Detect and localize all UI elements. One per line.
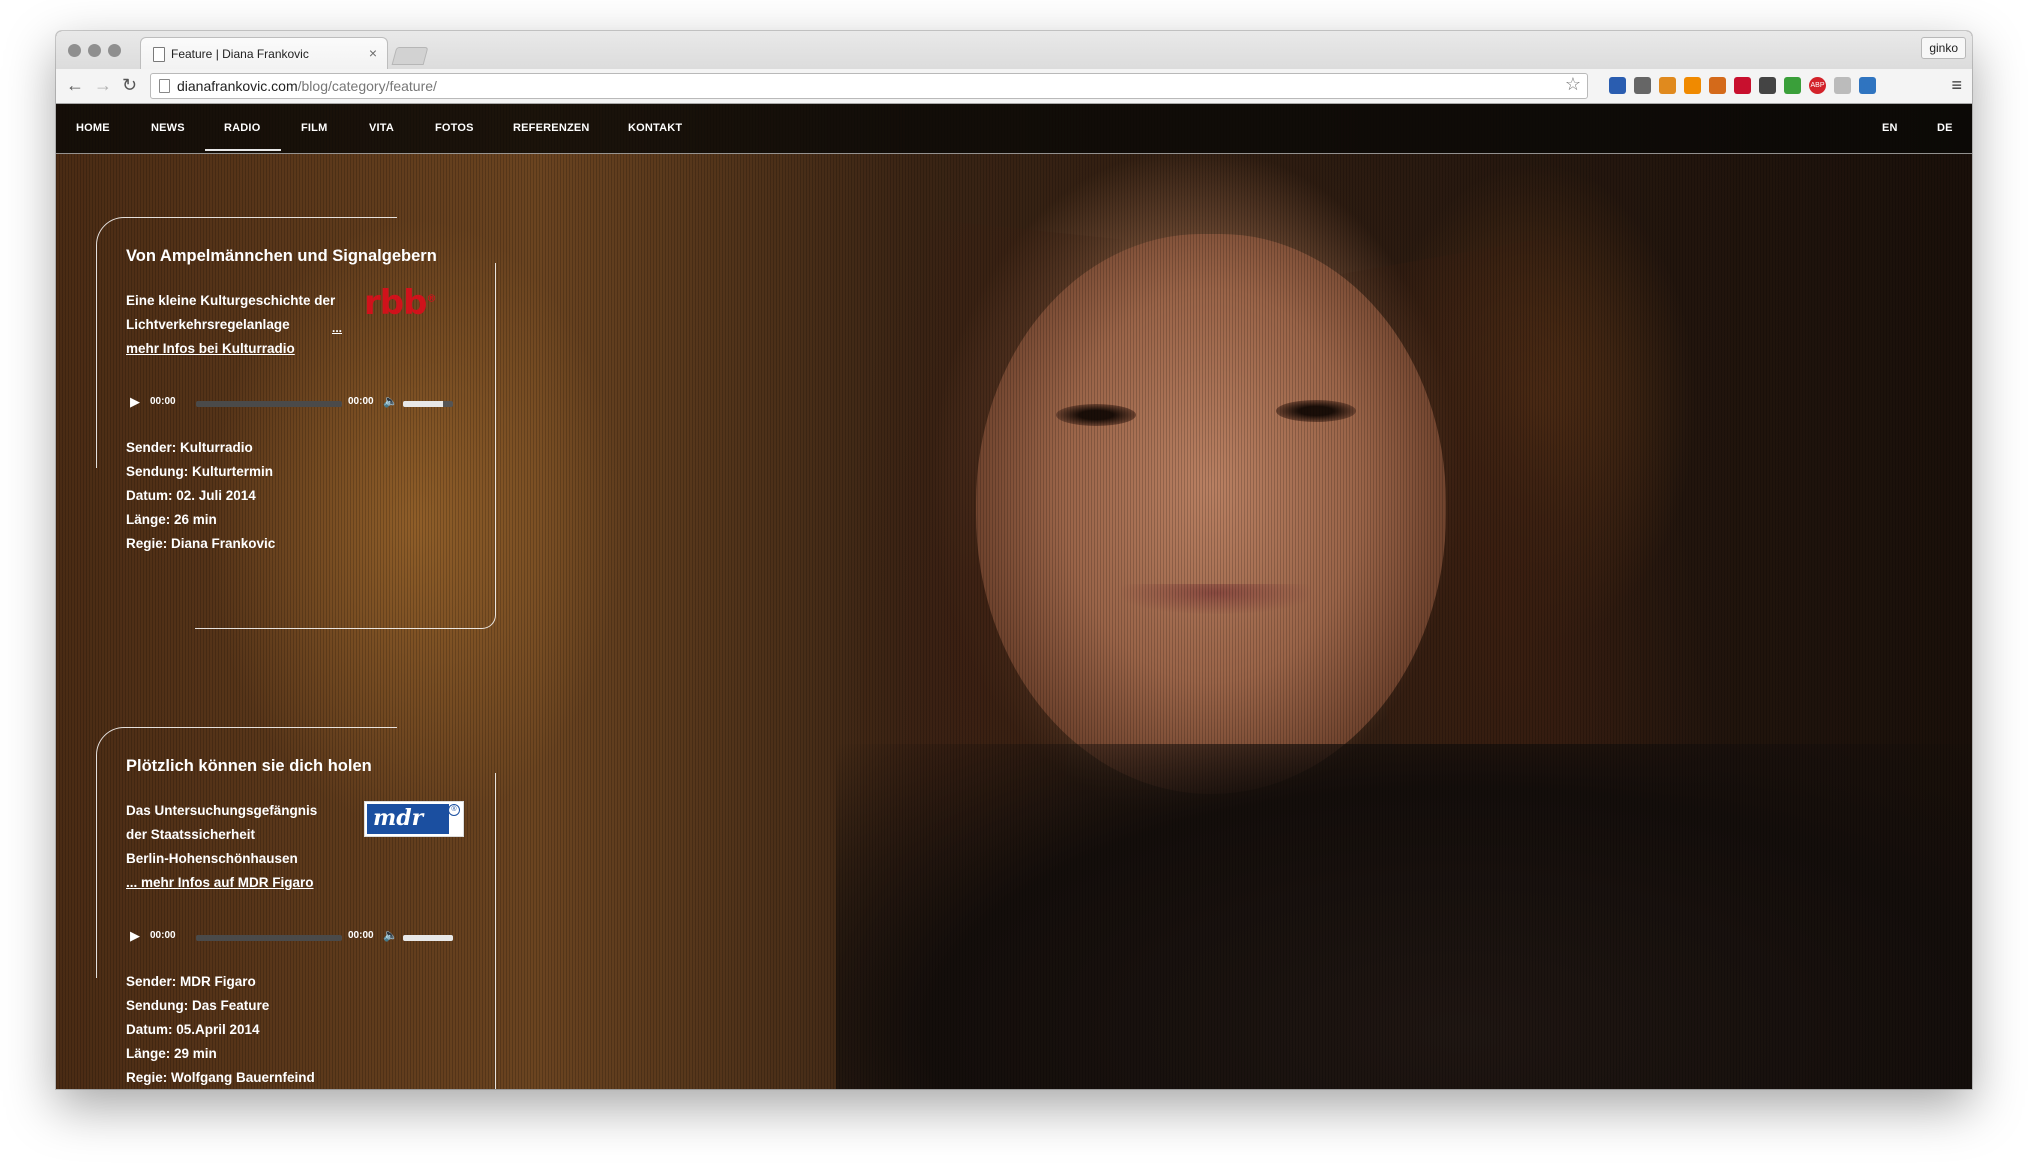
grey-ext-icon[interactable] xyxy=(1834,77,1851,94)
mdr-logo-text: mdr xyxy=(367,804,449,834)
play-icon[interactable]: ▶ xyxy=(130,394,140,410)
page-content: HOME NEWS RADIO FILM VITA FOTOS REFERENZ… xyxy=(56,104,1972,1089)
profile-button[interactable]: ginko xyxy=(1921,37,1966,59)
info-datum: Datum: 02. Juli 2014 xyxy=(126,488,256,503)
info-sender: Sender: MDR Figaro xyxy=(126,974,256,989)
browser-toolbar: ← → ↻ dianafrankovic.com/blog/category/f… xyxy=(56,69,1972,104)
audio-player: ▶ 00:00 00:00 🔈 xyxy=(130,927,453,947)
forward-icon[interactable]: → xyxy=(94,75,112,95)
volume-icon[interactable]: 🔈 xyxy=(383,928,398,942)
page-icon xyxy=(153,47,165,62)
volume-slider[interactable] xyxy=(403,401,453,407)
menu-icon[interactable]: ≡ xyxy=(1951,75,1962,96)
rss-ext-icon[interactable] xyxy=(1659,77,1676,94)
volume-fill xyxy=(403,401,443,407)
address-bar[interactable]: dianafrankovic.com/blog/category/feature… xyxy=(150,73,1588,99)
nav-kontakt[interactable]: KONTAKT xyxy=(628,122,682,134)
post-title[interactable]: Plötzlich können sie dich holen xyxy=(126,757,372,776)
duration: 00:00 xyxy=(348,396,374,407)
info-laenge: Länge: 26 min xyxy=(126,512,217,527)
lang-en[interactable]: EN xyxy=(1882,122,1898,134)
post-description-line: der Staatssicherheit xyxy=(126,827,256,842)
rbb-logo-text: rbb xyxy=(364,283,427,323)
owl-ext-icon[interactable] xyxy=(1709,77,1726,94)
post-description-line: Das Untersuchungsgefängnis xyxy=(126,803,318,818)
tab-title: Feature | Diana Frankovic xyxy=(171,47,309,61)
url-text[interactable]: dianafrankovic.com/blog/category/feature… xyxy=(177,78,437,94)
bookmark-star-icon[interactable]: ☆ xyxy=(1565,74,1581,95)
volume-fill xyxy=(403,935,453,941)
registered-mark-icon: ® xyxy=(448,804,460,816)
post-description-line: Lichtverkehrsregelanlage xyxy=(126,317,290,332)
nav-vita[interactable]: VITA xyxy=(369,122,394,134)
duration: 00:00 xyxy=(348,930,374,941)
reload-icon[interactable]: ↻ xyxy=(122,75,137,95)
back-icon[interactable]: ← xyxy=(66,75,84,95)
more-info-link[interactable]: ... mehr Infos auf MDR Figaro xyxy=(126,871,314,895)
info-sender: Sender: Kulturradio xyxy=(126,440,253,455)
page-icon xyxy=(159,79,170,93)
url-path: /blog/category/feature/ xyxy=(297,78,437,94)
seek-bar[interactable] xyxy=(196,935,342,941)
nav-news[interactable]: NEWS xyxy=(151,122,185,134)
seek-bar[interactable] xyxy=(196,401,342,407)
browser-tab[interactable]: Feature | Diana Frankovic × xyxy=(140,37,388,70)
bookmark-star-ext-icon[interactable] xyxy=(1759,77,1776,94)
dropbox-ext-icon[interactable] xyxy=(1609,77,1626,94)
nav-fotos[interactable]: FOTOS xyxy=(435,122,474,134)
info-regie: Regie: Wolfgang Bauernfeind xyxy=(126,1070,315,1085)
nav-film[interactable]: FILM xyxy=(301,122,327,134)
info-sendung: Sendung: Kulturtermin xyxy=(126,464,273,479)
share-ext-icon[interactable] xyxy=(1859,77,1876,94)
eyedropper-ext-icon[interactable] xyxy=(1634,77,1651,94)
chart-ext-icon[interactable] xyxy=(1684,77,1701,94)
volume-icon[interactable]: 🔈 xyxy=(383,394,398,408)
more-info-link[interactable]: mehr Infos bei Kulturradio xyxy=(126,337,295,361)
zoom-window-button[interactable] xyxy=(108,44,121,57)
mdr-logo: mdr ® xyxy=(364,801,464,837)
minimize-window-button[interactable] xyxy=(88,44,101,57)
post-card: Von Ampelmännchen und Signalgebern Eine … xyxy=(96,217,496,629)
url-host: dianafrankovic.com xyxy=(177,78,298,94)
tab-strip: Feature | Diana Frankovic × ginko xyxy=(56,31,1972,70)
nav-radio[interactable]: RADIO xyxy=(224,122,260,134)
rbb-logo: rbb® xyxy=(364,283,436,323)
close-window-button[interactable] xyxy=(68,44,81,57)
info-laenge: Länge: 29 min xyxy=(126,1046,217,1061)
site-navigation: HOME NEWS RADIO FILM VITA FOTOS REFERENZ… xyxy=(56,104,1972,154)
current-time: 00:00 xyxy=(150,930,176,941)
browser-window: Feature | Diana Frankovic × ginko ← → ↻ … xyxy=(56,31,1972,1089)
post-title[interactable]: Von Ampelmännchen und Signalgebern xyxy=(126,247,437,266)
info-datum: Datum: 05.April 2014 xyxy=(126,1022,260,1037)
adblock-ext-icon[interactable]: ABP xyxy=(1809,77,1826,94)
current-time: 00:00 xyxy=(150,396,176,407)
more-link[interactable]: ... xyxy=(332,316,342,340)
nav-home[interactable]: HOME xyxy=(76,122,110,134)
post-card: Plötzlich können sie dich holen Das Unte… xyxy=(96,727,496,1089)
registered-mark-icon: ® xyxy=(426,293,436,305)
post-description-line: Berlin-Hohenschönhausen xyxy=(126,851,298,866)
close-tab-icon[interactable]: × xyxy=(369,45,377,61)
volume-slider[interactable] xyxy=(403,935,453,941)
post-description-line: Eine kleine Kulturgeschichte der xyxy=(126,293,336,308)
lang-de[interactable]: DE xyxy=(1937,122,1953,134)
play-icon[interactable]: ▶ xyxy=(130,928,140,944)
lastpass-ext-icon[interactable] xyxy=(1734,77,1751,94)
new-tab-button[interactable] xyxy=(391,47,429,65)
audio-player: ▶ 00:00 00:00 🔈 xyxy=(130,393,453,413)
nav-referenzen[interactable]: REFERENZEN xyxy=(513,122,590,134)
info-regie: Regie: Diana Frankovic xyxy=(126,536,276,551)
info-sendung: Sendung: Das Feature xyxy=(126,998,270,1013)
nav-active-indicator xyxy=(205,149,281,151)
colorzilla-ext-icon[interactable] xyxy=(1784,77,1801,94)
